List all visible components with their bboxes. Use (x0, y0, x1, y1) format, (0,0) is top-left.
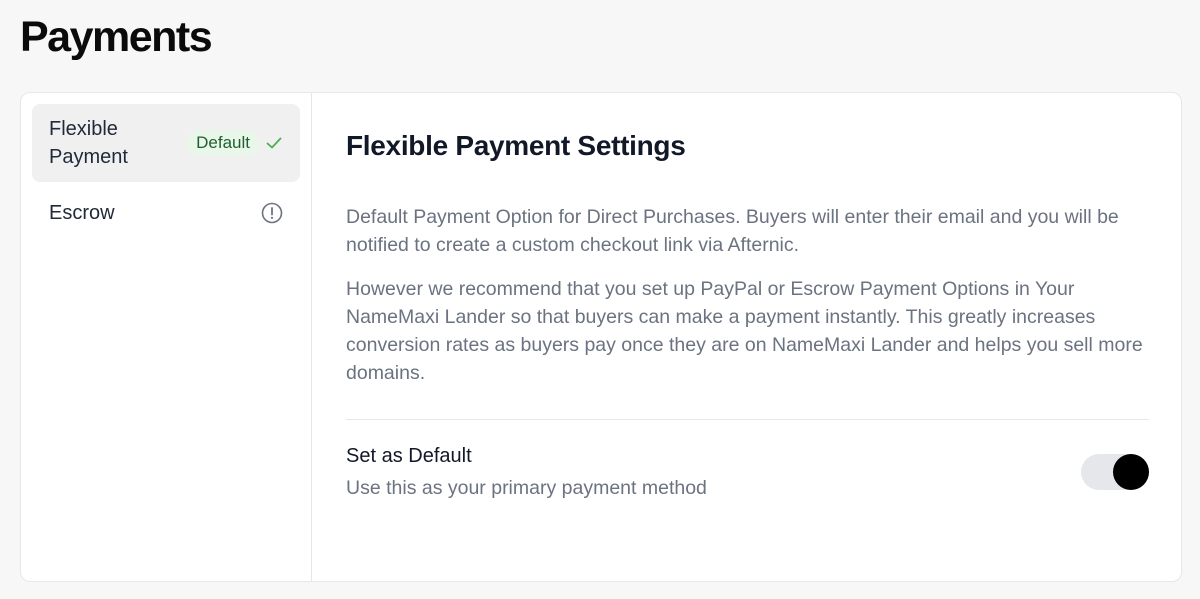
setting-description: Use this as your primary payment method (346, 477, 707, 499)
payment-methods-sidebar: Flexible Payment Default Escrow (21, 93, 312, 581)
setting-title: Set as Default (346, 445, 472, 467)
description-paragraph: Default Payment Option for Direct Purcha… (346, 206, 1119, 256)
payments-panel: Flexible Payment Default Escrow Flexible… (20, 92, 1182, 582)
check-icon (265, 134, 283, 152)
info-circle-icon (261, 202, 283, 224)
settings-content: Flexible Payment Settings Default Paymen… (312, 93, 1181, 581)
sidebar-item-label: Escrow (49, 202, 115, 224)
settings-title: Flexible Payment Settings (346, 130, 686, 161)
sidebar-item-escrow[interactable]: Escrow (32, 182, 300, 244)
set-default-text: Set as Default Use this as your primary … (346, 442, 707, 502)
sidebar-item-flexible-payment[interactable]: Flexible Payment Default (32, 104, 300, 182)
set-default-row: Set as Default Use this as your primary … (346, 442, 1149, 502)
recommendation-paragraph: However we recommend that you set up Pay… (346, 278, 1143, 384)
set-default-toggle[interactable] (1081, 454, 1149, 490)
default-indicator: Default (187, 130, 283, 156)
page-title: Payments (20, 13, 213, 61)
divider (346, 419, 1149, 420)
default-badge: Default (187, 130, 259, 156)
toggle-knob (1113, 454, 1149, 490)
sidebar-item-label: Flexible Payment (49, 118, 128, 168)
